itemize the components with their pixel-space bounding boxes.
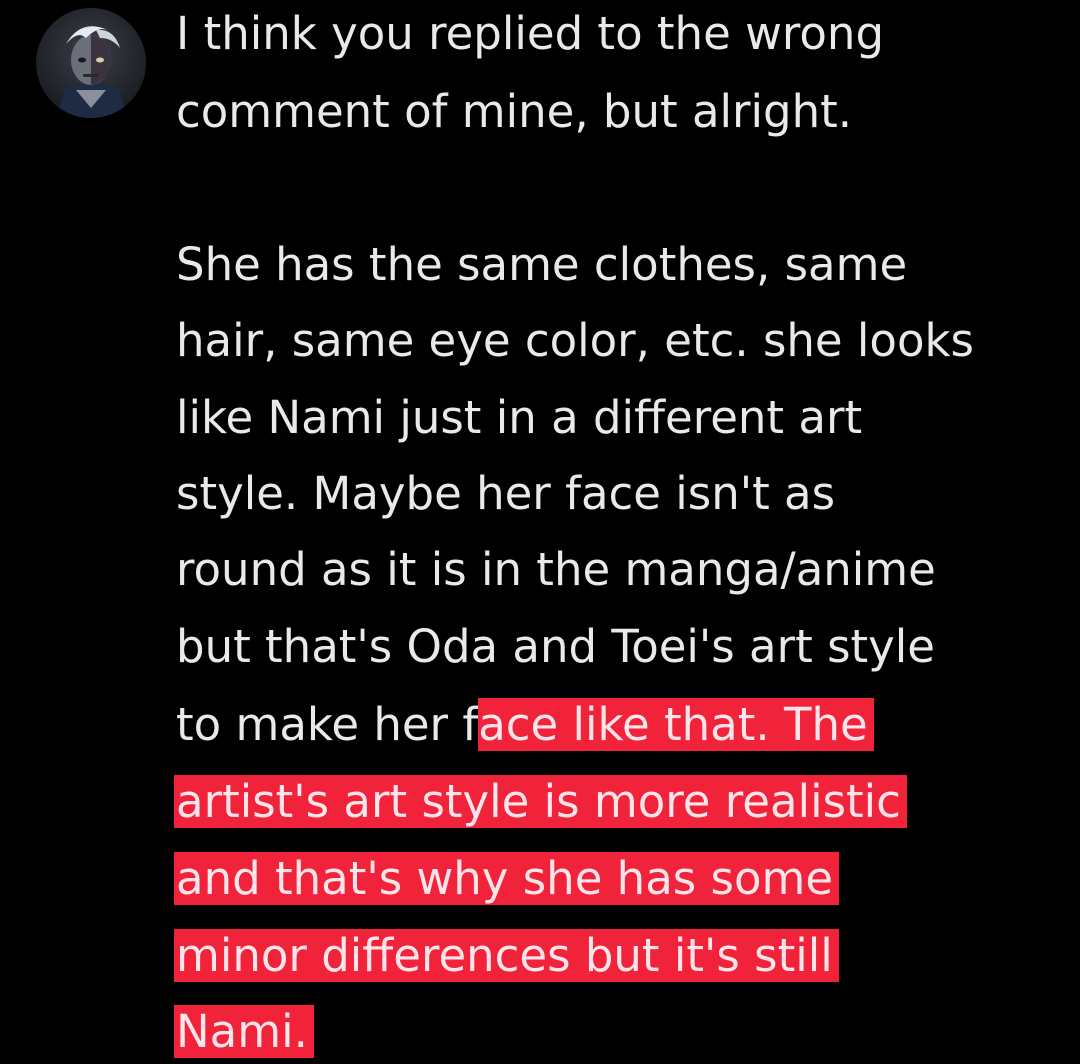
highlighted-text: artist's art style is more realistic bbox=[174, 775, 907, 828]
comment-line: style. Maybe her face isn't as bbox=[176, 462, 835, 526]
highlighted-text: and that's why she has some bbox=[174, 852, 840, 905]
comment-line: and that's why she has some bbox=[174, 847, 840, 911]
comment-line: comment of mine, but alright. bbox=[176, 80, 852, 144]
comment-line: to make her face like that. The bbox=[176, 693, 874, 757]
comment-line-text: to make her f bbox=[176, 698, 479, 751]
comment-line: artist's art style is more realistic bbox=[174, 770, 907, 834]
comment-line-text: comment of mine, but alright. bbox=[176, 85, 853, 138]
comment-line: She has the same clothes, same bbox=[176, 233, 907, 297]
avatar[interactable] bbox=[36, 8, 146, 118]
comment-line: round as it is in the manga/anime bbox=[176, 538, 936, 602]
comment-line-text: round as it is in the manga/anime bbox=[176, 543, 936, 596]
comment-line: hair, same eye color, etc. she looks bbox=[176, 309, 974, 373]
comment-line-text: hair, same eye color, etc. she looks bbox=[176, 314, 974, 367]
highlighted-text: Nami. bbox=[174, 1005, 314, 1058]
comment-line-text: but that's Oda and Toei's art style bbox=[176, 620, 935, 673]
highlighted-text: ace like that. The bbox=[478, 698, 874, 751]
comment-line-text: I think you replied to the wrong bbox=[176, 7, 885, 60]
comment-line: but that's Oda and Toei's art style bbox=[176, 615, 935, 679]
comment-line: I think you replied to the wrong bbox=[176, 2, 884, 66]
avatar-image bbox=[36, 8, 146, 118]
comment-line-text: style. Maybe her face isn't as bbox=[176, 467, 836, 520]
highlighted-text: minor differences but it's still bbox=[174, 929, 839, 982]
comment-line: Nami. bbox=[174, 1000, 314, 1064]
comment-line-text: like Nami just in a different art bbox=[176, 391, 863, 444]
comment-line-text: She has the same clothes, same bbox=[176, 238, 908, 291]
comment-line: minor differences but it's still bbox=[174, 924, 839, 988]
comment-line: like Nami just in a different art bbox=[176, 386, 862, 450]
